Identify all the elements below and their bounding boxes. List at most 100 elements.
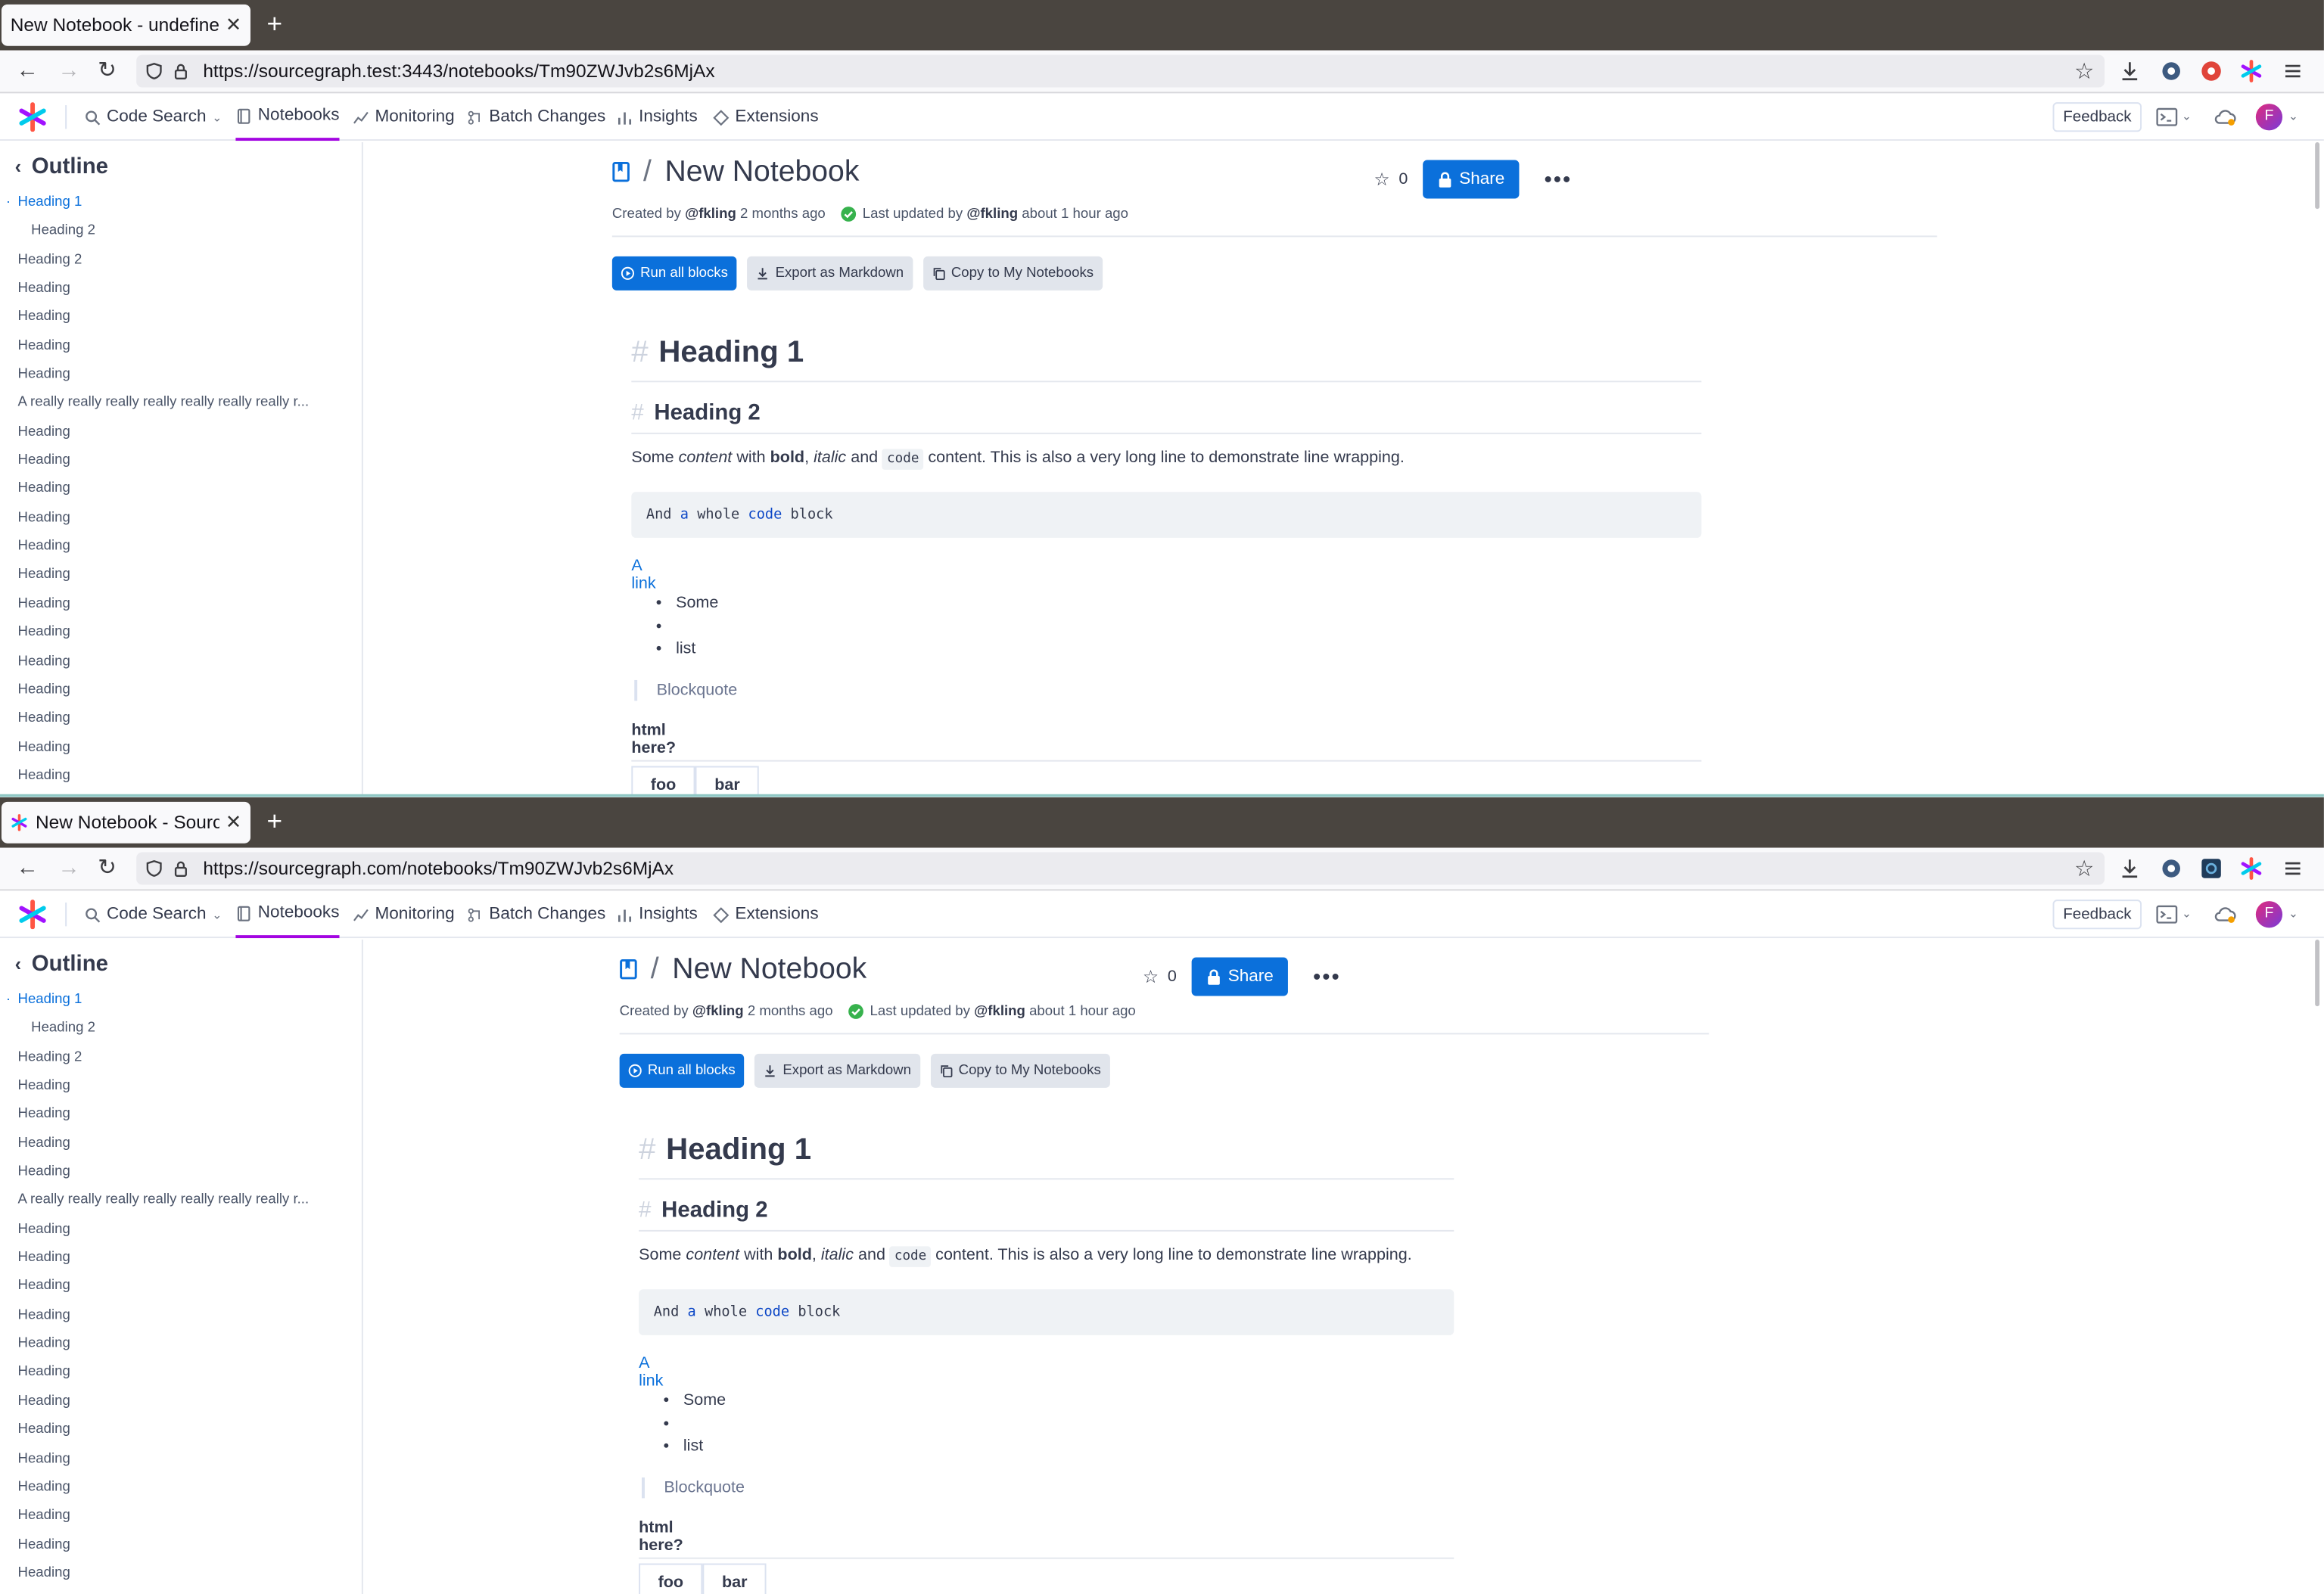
outline-item[interactable]: Heading	[0, 1215, 344, 1244]
outline-item[interactable]: Heading	[0, 446, 344, 475]
markdown-link[interactable]: A link	[631, 557, 655, 592]
copy-notebook-button[interactable]: Copy to My Notebooks	[930, 1053, 1110, 1088]
terminal-icon[interactable]	[2155, 903, 2179, 926]
extension-icon[interactable]	[2199, 856, 2223, 880]
outline-item[interactable]: Heading	[0, 1300, 344, 1329]
star-button[interactable]: ☆ 0	[1143, 966, 1177, 987]
nav-insights[interactable]: Insights	[617, 93, 698, 141]
new-tab-icon[interactable]: +	[267, 806, 283, 836]
outline-item[interactable]: Heading	[0, 589, 344, 618]
cloud-status-icon[interactable]	[2213, 903, 2236, 926]
browser-tab[interactable]: New Notebook - undefined ✕	[1, 4, 250, 46]
share-button[interactable]: Share	[1422, 160, 1520, 199]
new-tab-icon[interactable]: +	[267, 9, 283, 39]
more-options-icon[interactable]: •••	[1545, 166, 1573, 191]
chevron-down-icon[interactable]: ⌄	[2288, 907, 2298, 921]
updated-by[interactable]: @fkling	[966, 206, 1018, 222]
outline-item[interactable]: Heading	[0, 303, 344, 331]
outline-item[interactable]: Heading	[0, 1558, 344, 1587]
nav-code-search[interactable]: Code Search ⌄	[85, 890, 222, 938]
markdown-link[interactable]: A link	[639, 1354, 663, 1390]
outline-item[interactable]: Heading	[0, 733, 344, 762]
updated-by[interactable]: @fkling	[974, 1003, 1025, 1020]
outline-item[interactable]: Heading	[0, 503, 344, 532]
chevron-down-icon[interactable]: ⌄	[2182, 110, 2192, 123]
outline-item[interactable]: Heading 1	[0, 188, 344, 217]
outline-item[interactable]: Heading	[0, 331, 344, 360]
outline-item[interactable]: A really really really really really rea…	[0, 389, 344, 418]
scrollbar[interactable]	[2315, 142, 2320, 210]
extension-icon[interactable]	[2199, 59, 2223, 82]
created-by[interactable]: @fkling	[685, 206, 736, 222]
outline-item[interactable]: A really really really really really rea…	[0, 1186, 344, 1215]
heading-anchor-icon[interactable]: #	[631, 335, 648, 369]
outline-item[interactable]: Heading	[0, 360, 344, 389]
outline-item[interactable]: Heading	[0, 274, 344, 303]
outline-item[interactable]: Heading	[0, 1329, 344, 1358]
outline-item[interactable]: Heading	[0, 1157, 344, 1186]
notebook-title[interactable]: New Notebook	[665, 155, 860, 189]
browser-tab[interactable]: New Notebook - Sourcegraph ✕	[1, 801, 250, 844]
outline-item[interactable]: Heading	[0, 561, 344, 589]
close-tab-icon[interactable]: ✕	[226, 14, 241, 37]
url-bar[interactable]: https://sourcegraph.test:3443/notebooks/…	[136, 54, 2105, 88]
export-markdown-button[interactable]: Export as Markdown	[747, 256, 913, 291]
more-options-icon[interactable]: •••	[1313, 964, 1341, 989]
outline-item[interactable]: Heading	[0, 618, 344, 647]
run-all-blocks-button[interactable]: Run all blocks	[611, 256, 737, 291]
menu-icon[interactable]	[2281, 856, 2304, 880]
forward-icon[interactable]: →	[58, 855, 79, 881]
sourcegraph-extension-icon[interactable]	[2239, 59, 2263, 82]
nav-extensions[interactable]: Extensions	[713, 93, 819, 141]
outline-item[interactable]: Heading	[0, 676, 344, 704]
nav-monitoring[interactable]: Monitoring	[353, 890, 455, 938]
nav-batch-changes[interactable]: Batch Changes	[467, 93, 605, 141]
sourcegraph-extension-icon[interactable]	[2239, 856, 2263, 880]
outline-header[interactable]: ‹ Outline	[15, 952, 108, 977]
outline-item[interactable]: Heading	[0, 647, 344, 676]
outline-item[interactable]: Heading	[0, 1272, 344, 1301]
reload-icon[interactable]: ↻	[98, 57, 117, 84]
outline-item[interactable]: Heading	[0, 1244, 344, 1272]
heading-anchor-icon[interactable]: #	[631, 400, 643, 425]
user-avatar[interactable]: F	[2255, 104, 2283, 131]
outline-item[interactable]: Heading 2	[0, 217, 344, 246]
outline-item[interactable]: Heading	[0, 1129, 344, 1157]
outline-item[interactable]: Heading	[0, 1071, 344, 1100]
forward-icon[interactable]: →	[58, 57, 79, 84]
menu-icon[interactable]	[2281, 59, 2304, 82]
feedback-button[interactable]: Feedback	[2052, 102, 2142, 132]
download-icon[interactable]	[2118, 59, 2142, 82]
nav-notebooks[interactable]: Notebooks	[235, 890, 340, 939]
nav-batch-changes[interactable]: Batch Changes	[467, 890, 605, 938]
nav-extensions[interactable]: Extensions	[713, 890, 819, 938]
outline-item[interactable]: Heading 2	[0, 1015, 344, 1043]
back-icon[interactable]: ←	[17, 855, 39, 881]
extension-globe-icon[interactable]	[2160, 856, 2183, 880]
outline-item[interactable]: Heading	[0, 1473, 344, 1502]
heading-anchor-icon[interactable]: #	[639, 1133, 655, 1167]
download-icon[interactable]	[2118, 856, 2142, 880]
chevron-left-icon[interactable]: ‹	[15, 156, 22, 178]
scrollbar[interactable]	[2315, 940, 2320, 1007]
chevron-down-icon[interactable]: ⌄	[2288, 110, 2298, 123]
nav-code-search[interactable]: Code Search ⌄	[85, 93, 222, 141]
user-avatar[interactable]: F	[2255, 901, 2283, 928]
outline-item[interactable]: Heading	[0, 1444, 344, 1473]
outline-item[interactable]: Heading	[0, 1100, 344, 1129]
cloud-status-icon[interactable]	[2213, 105, 2236, 129]
nav-notebooks[interactable]: Notebooks	[235, 93, 340, 141]
close-tab-icon[interactable]: ✕	[226, 811, 241, 834]
outline-item[interactable]: Heading	[0, 532, 344, 561]
outline-item[interactable]: Heading	[0, 1387, 344, 1415]
bookmark-star-icon[interactable]: ☆	[2074, 57, 2094, 84]
outline-header[interactable]: ‹ Outline	[15, 154, 108, 179]
chevron-down-icon[interactable]: ⌄	[2182, 907, 2192, 921]
outline-item[interactable]: Heading	[0, 704, 344, 733]
heading-anchor-icon[interactable]: #	[639, 1198, 651, 1223]
reload-icon[interactable]: ↻	[98, 855, 117, 881]
outline-item[interactable]: Heading	[0, 1530, 344, 1559]
outline-item[interactable]: Heading	[0, 475, 344, 504]
terminal-icon[interactable]	[2155, 105, 2179, 129]
nav-monitoring[interactable]: Monitoring	[353, 93, 455, 141]
